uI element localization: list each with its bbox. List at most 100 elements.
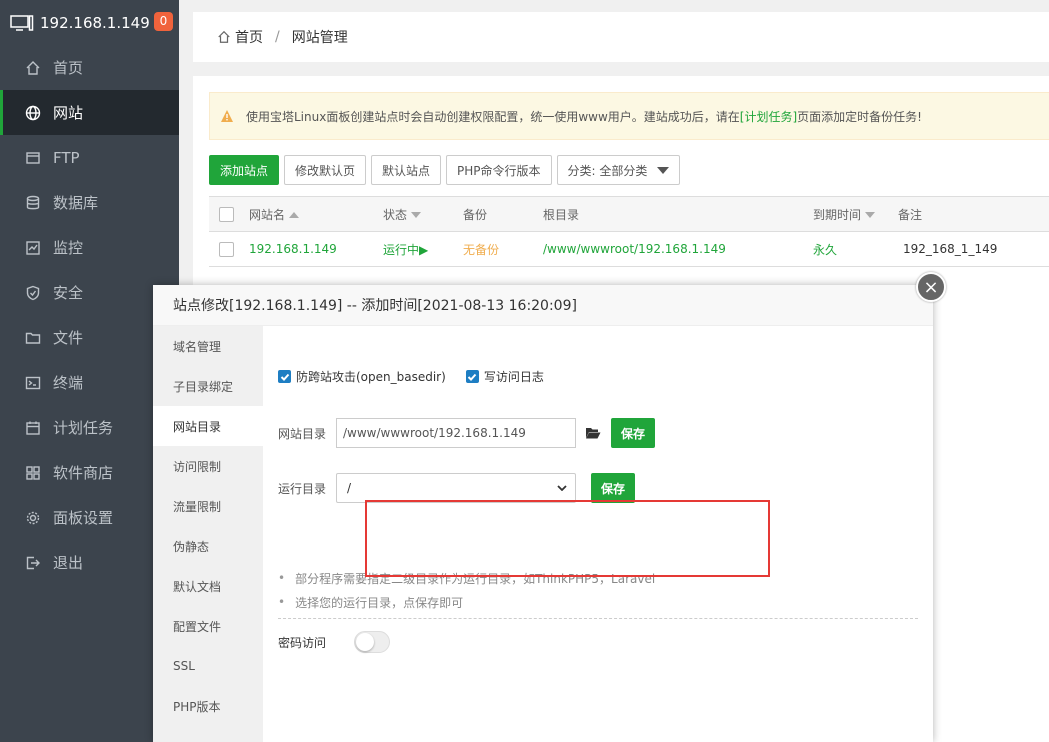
notification-badge[interactable]: 0 [154,12,173,31]
terminal-icon [25,376,41,389]
col-expire[interactable]: 到期时间 [813,206,876,223]
check-icon [280,373,289,381]
breadcrumb-home[interactable]: 首页 [235,27,263,47]
site-dir-row: 网站目录 /www/wwwroot/192.168.1.149 保存 [278,418,656,448]
sort-desc-icon [865,212,876,218]
highlight-box [365,500,770,577]
warning-banner: 使用宝塔Linux面板创建站点时会自动创建权限配置，统一使用www用户。建站成功… [209,92,1049,140]
php-cli-version-button[interactable]: PHP命令行版本 [446,155,552,185]
home-icon [218,30,230,43]
globe-icon [25,105,41,120]
options-row: 防跨站攻击(open_basedir) 写访问日志 [278,368,564,385]
chevron-down-icon [557,485,567,491]
sidebar-item-label: 退出 [53,554,84,572]
tab-subdir-binding[interactable]: 子目录绑定 [153,366,263,406]
tab-php-version[interactable]: PHP版本 [153,686,263,726]
divider [278,618,918,619]
password-access-row: 密码访问 [278,631,391,653]
run-dir-label: 运行目录 [278,481,327,496]
access-log-checkbox[interactable] [465,370,479,383]
sidebar-item-label: 网站 [53,104,84,122]
host-header: 192.168.1.149 0 [0,0,179,45]
sidebar-item-label: 计划任务 [53,419,114,437]
sidebar-item-home[interactable]: 首页 [0,45,179,90]
sidebar-item-database[interactable]: 数据库 [0,180,179,225]
col-note: 备注 [898,207,923,222]
gear-icon [26,511,40,524]
home-icon [26,60,40,75]
category-select-label: 分类: 全部分类 [567,163,648,178]
password-access-toggle[interactable] [354,631,391,653]
cron-link[interactable]: [计划任务] [740,108,797,125]
table-header: 网站名 状态 备份 根目录 到期时间 备注 [209,197,1049,232]
site-expire[interactable]: 永久 [813,241,837,258]
save-site-dir-button[interactable]: 保存 [611,418,656,448]
sidebar-item-label: 首页 [53,59,84,77]
save-run-dir-button[interactable]: 保存 [591,473,636,503]
sidebar-item-label: 数据库 [53,194,99,212]
sidebar-item-website[interactable]: 网站 [0,90,179,135]
calendar-icon [26,421,40,435]
sidebar-item-label: 面板设置 [53,509,114,527]
select-all-checkbox[interactable] [219,206,234,222]
anti-xss-label[interactable]: 防跨站攻击(open_basedir) [296,368,446,385]
check-icon [468,373,477,381]
run-dir-select[interactable]: / [336,473,576,503]
breadcrumb-separator: / [275,29,280,45]
tab-domain[interactable]: 域名管理 [153,326,263,366]
col-status[interactable]: 状态 [383,206,422,223]
default-site-button[interactable]: 默认站点 [371,155,442,185]
access-log-label[interactable]: 写访问日志 [484,368,544,385]
tab-site-directory[interactable]: 网站目录 [153,406,263,446]
warning-text-end: 页面添加定时备份任务! [797,109,922,124]
warning-text: 使用宝塔Linux面板创建站点时会自动创建权限配置，统一使用www用户。建站成功… [246,109,740,124]
category-select[interactable]: 分类: 全部分类 [556,155,681,185]
password-access-label: 密码访问 [278,635,327,650]
modal-body: 防跨站攻击(open_basedir) 写访问日志 网站目录 /www/wwwr… [263,326,933,742]
toggle-knob [356,633,375,651]
run-dir-value: / [347,481,352,495]
logout-icon [26,556,40,569]
sidebar-item-label: 软件商店 [53,464,114,482]
site-note[interactable]: 192_168_1_149 [903,242,997,256]
tab-access-limit[interactable]: 访问限制 [153,446,263,486]
monitor-icon [26,240,40,255]
col-backup: 备份 [463,207,488,222]
site-status[interactable]: 运行中▶ [383,241,428,258]
tab-rewrite[interactable]: 伪静态 [153,526,263,566]
breadcrumb: 首页 / 网站管理 [193,12,1049,62]
edit-default-page-button[interactable]: 修改默认页 [284,155,367,185]
site-dir-input[interactable]: /www/wwwroot/192.168.1.149 [336,418,576,448]
sidebar-item-label: FTP [53,148,80,167]
sidebar-item-monitor[interactable]: 监控 [0,225,179,270]
sidebar-item-ftp[interactable]: FTP [0,135,179,180]
chevron-down-icon [657,166,670,174]
col-root: 根目录 [543,207,580,222]
run-dir-row: 运行目录 / 保存 [278,473,636,503]
tab-ssl[interactable]: SSL [153,646,263,686]
close-modal-button[interactable]: × [916,272,946,302]
site-dir-label: 网站目录 [278,426,327,441]
site-toolbar: 添加站点 修改默认页 默认站点 PHP命令行版本 分类: 全部分类 [209,155,681,185]
tab-traffic-limit[interactable]: 流量限制 [153,486,263,526]
site-name-link[interactable]: 192.168.1.149 [249,242,337,256]
modal-tabs: 域名管理 子目录绑定 网站目录 访问限制 流量限制 伪静态 默认文档 配置文件 … [153,326,263,742]
sidebar-item-label: 监控 [53,239,84,257]
sort-asc-icon [289,212,300,218]
tip-item: 选择您的运行目录，点保存即可 [278,590,655,614]
col-name[interactable]: 网站名 [249,206,300,223]
table-row[interactable]: 192.168.1.149 运行中▶ 无备份 /www/wwwroot/192.… [209,232,1049,267]
row-checkbox[interactable] [219,241,234,257]
tab-default-doc[interactable]: 默认文档 [153,566,263,606]
folder-open-icon[interactable] [585,426,601,440]
anti-xss-checkbox[interactable] [278,370,291,383]
tab-config-file[interactable]: 配置文件 [153,606,263,646]
site-table: 网站名 状态 备份 根目录 到期时间 备注 192.168.1.149 运行中▶… [209,196,1049,267]
sidebar-item-label: 终端 [53,374,84,392]
folder-icon [25,332,41,344]
database-icon [26,195,40,209]
site-backup[interactable]: 无备份 [463,241,499,258]
computer-icon [10,14,34,31]
site-root-link[interactable]: /www/wwwroot/192.168.1.149 [543,242,726,256]
add-site-button[interactable]: 添加站点 [209,155,280,185]
